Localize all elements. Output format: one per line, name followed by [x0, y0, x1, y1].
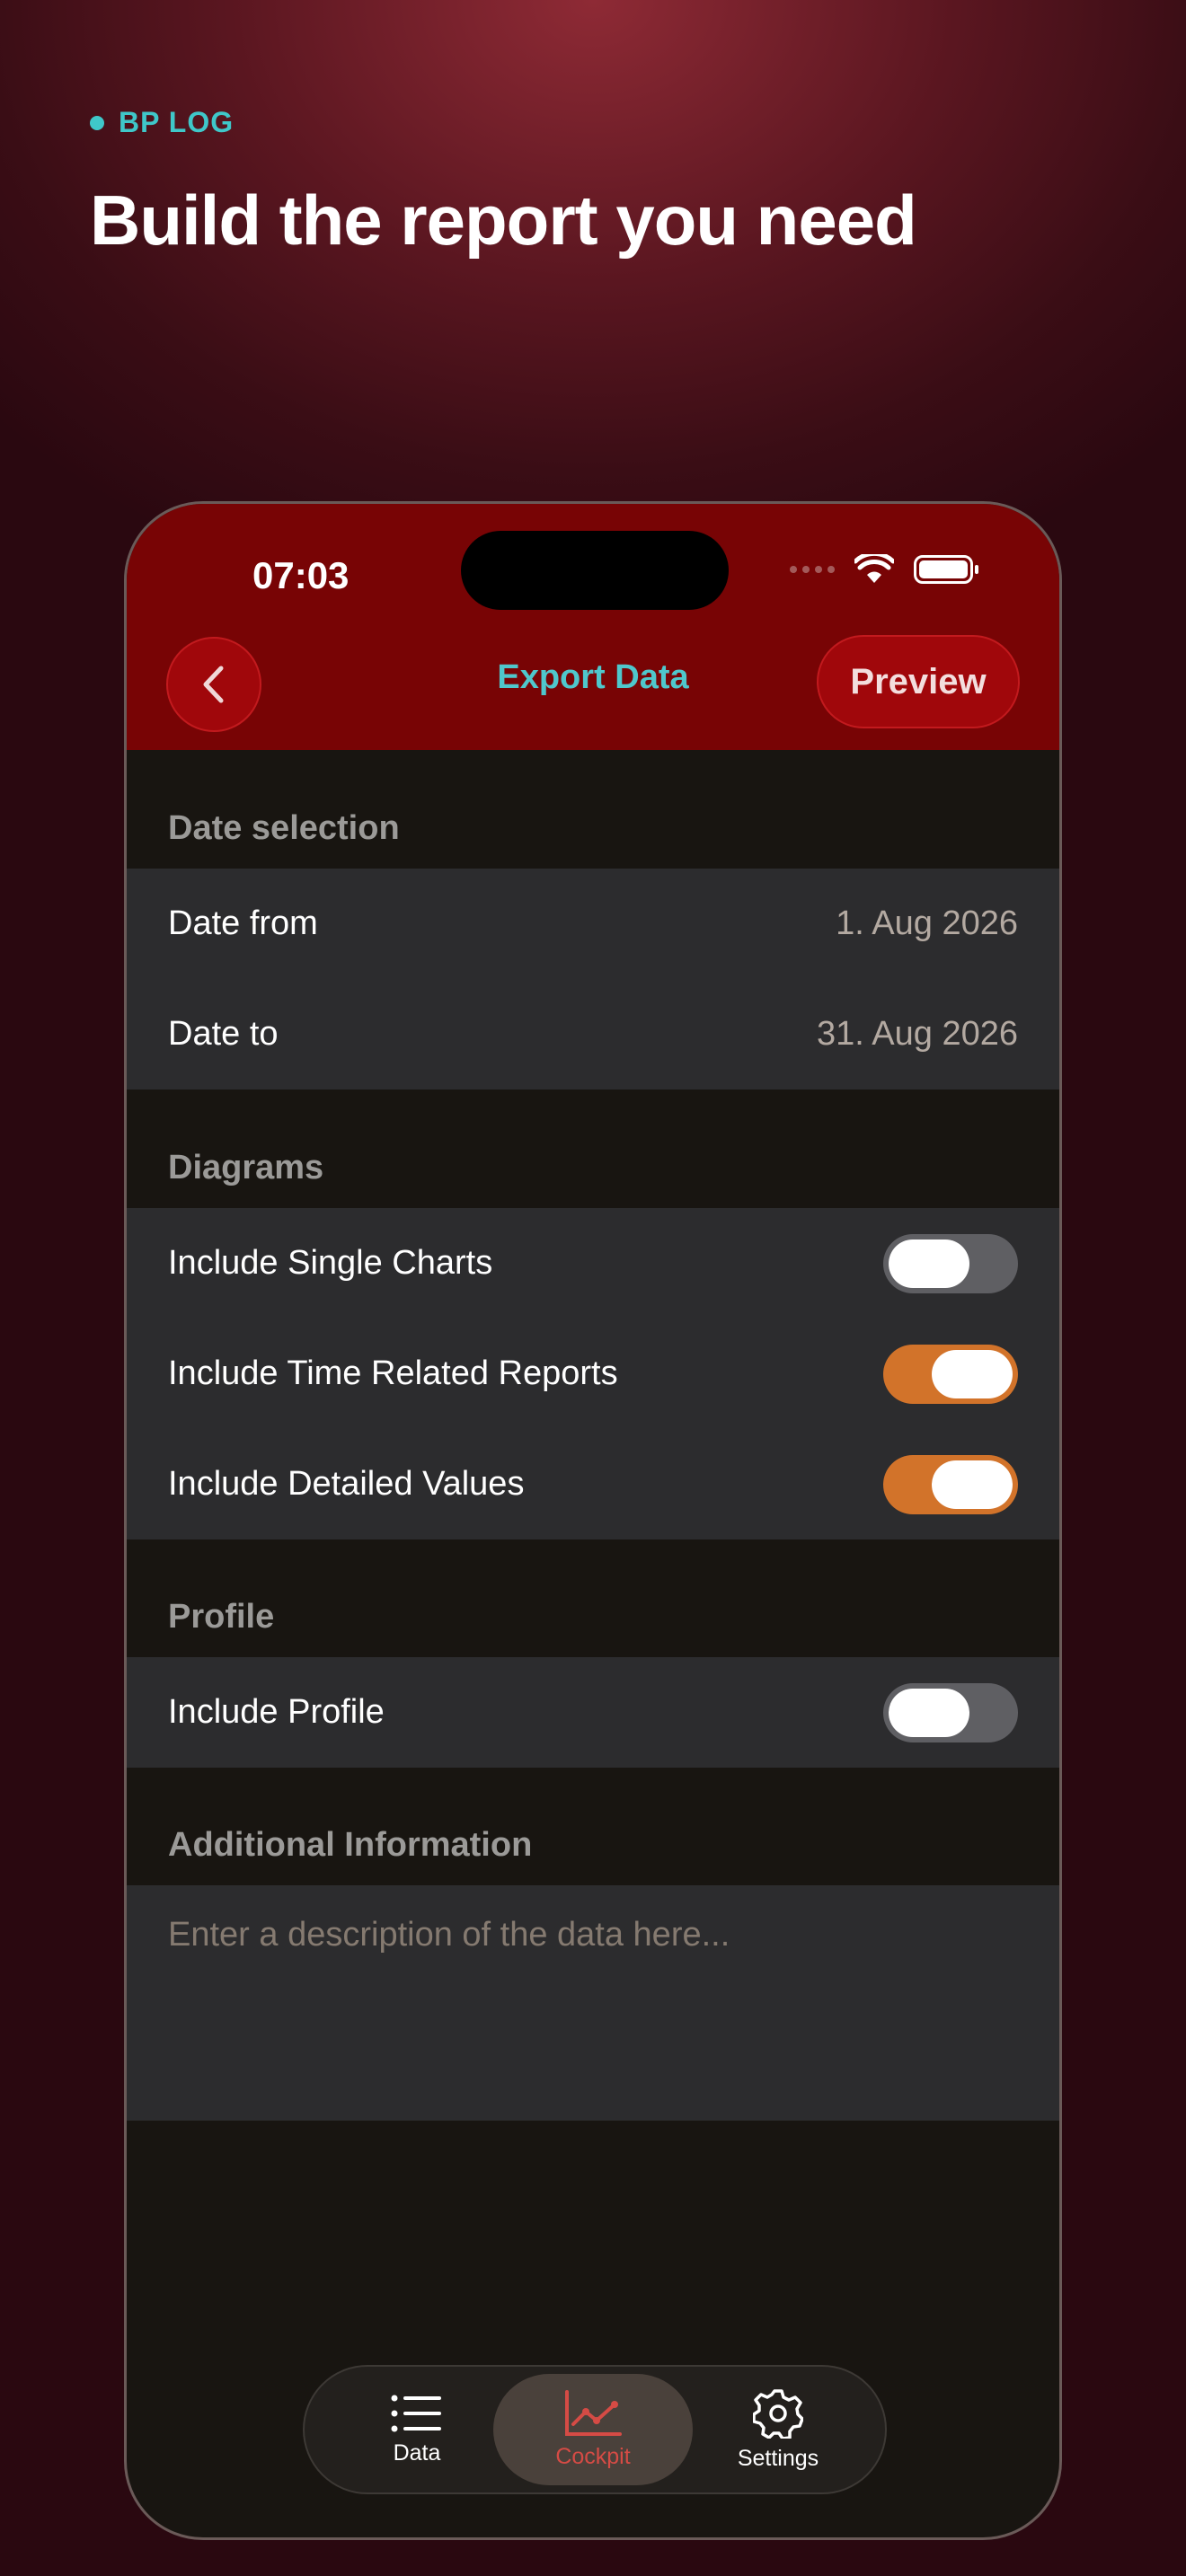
single-charts-toggle[interactable]: [883, 1233, 1018, 1293]
include-profile-toggle[interactable]: [883, 1682, 1018, 1742]
gear-icon: [753, 2388, 803, 2439]
tab-cockpit[interactable]: Cockpit: [493, 2374, 693, 2485]
time-reports-label: Include Time Related Reports: [168, 1354, 618, 1392]
phone-frame: 07:03 Export Data Preview Date selection…: [124, 501, 1062, 2540]
detailed-values-toggle[interactable]: [883, 1454, 1018, 1514]
tab-data-label: Data: [393, 2439, 441, 2466]
section-header-additional-information: Additional Information: [168, 1826, 533, 1864]
profile-group: Include Profile: [127, 1657, 1059, 1768]
preview-button[interactable]: Preview: [817, 635, 1020, 728]
single-charts-row: Include Single Charts: [127, 1208, 1059, 1319]
include-profile-label: Include Profile: [168, 1693, 385, 1731]
list-icon: [391, 2395, 441, 2431]
wifi-icon: [854, 554, 894, 583]
status-icons: [790, 554, 978, 585]
date-to-value[interactable]: 31. Aug 2026: [817, 1015, 1018, 1054]
include-profile-row: Include Profile: [127, 1657, 1059, 1768]
section-header-date-selection: Date selection: [168, 809, 400, 847]
section-header-diagrams: Diagrams: [168, 1149, 324, 1187]
tab-settings[interactable]: Settings: [684, 2374, 872, 2485]
brand-tag: BP LOG: [90, 106, 234, 139]
dynamic-island: [461, 531, 729, 610]
detailed-values-row: Include Detailed Values: [127, 1429, 1059, 1539]
brand-label: BP LOG: [119, 106, 235, 138]
tab-settings-label: Settings: [737, 2445, 819, 2471]
line-chart-icon: [565, 2389, 622, 2436]
detailed-values-label: Include Detailed Values: [168, 1465, 525, 1503]
headline: Build the report you need: [90, 181, 917, 260]
tab-bar: Data Cockpit Settings: [303, 2365, 887, 2494]
status-time: 07:03: [252, 554, 350, 596]
time-reports-row: Include Time Related Reports: [127, 1319, 1059, 1429]
date-selection-group: Date from 1. Aug 2026 Date to 31. Aug 20…: [127, 869, 1059, 1090]
cellular-signal-icon: [790, 566, 835, 573]
time-reports-toggle[interactable]: [883, 1344, 1018, 1404]
section-header-profile: Profile: [168, 1598, 275, 1636]
date-from-value[interactable]: 1. Aug 2026: [836, 904, 1018, 943]
tab-cockpit-label: Cockpit: [555, 2443, 631, 2469]
description-textarea[interactable]: [127, 1885, 1059, 2121]
battery-icon: [914, 555, 978, 584]
additional-information-group: [127, 1885, 1059, 2121]
date-from-row[interactable]: Date from 1. Aug 2026: [127, 869, 1059, 979]
brand-dot-icon: [90, 115, 104, 130]
date-from-label: Date from: [168, 904, 318, 942]
tab-data[interactable]: Data: [323, 2374, 511, 2485]
date-to-label: Date to: [168, 1015, 279, 1053]
navigation-bar: 07:03 Export Data Preview: [127, 504, 1059, 750]
diagrams-group: Include Single Charts Include Time Relat…: [127, 1208, 1059, 1539]
date-to-row[interactable]: Date to 31. Aug 2026: [127, 979, 1059, 1090]
single-charts-label: Include Single Charts: [168, 1244, 493, 1282]
